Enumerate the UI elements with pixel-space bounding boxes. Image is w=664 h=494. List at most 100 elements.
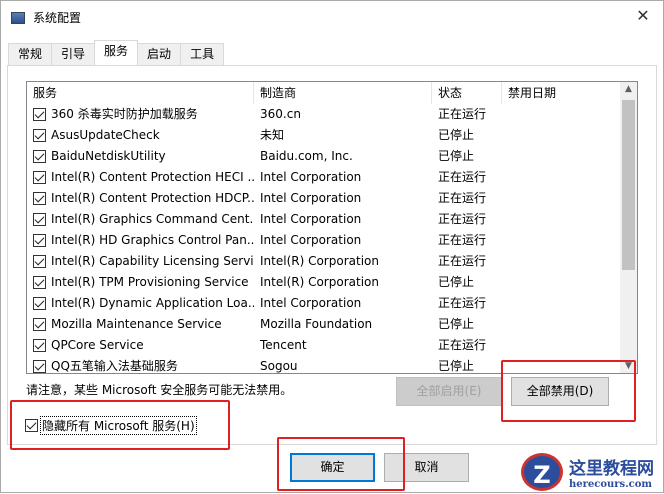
service-checkbox[interactable] (33, 171, 46, 184)
disabled-date-cell (502, 314, 622, 335)
service-name: QPCore Service (51, 338, 144, 352)
list-header: 服务 制造商 状态 禁用日期 (27, 82, 637, 104)
service-checkbox[interactable] (33, 318, 46, 331)
highlight-box (277, 437, 405, 491)
service-checkbox[interactable] (33, 234, 46, 247)
service-name: Intel(R) Dynamic Application Loa... (51, 296, 254, 310)
disabled-date-cell (502, 167, 622, 188)
tab-startup[interactable]: 启动 (137, 43, 182, 65)
manufacturer-cell: 未知 (260, 128, 285, 142)
table-row[interactable]: Intel(R) HD Graphics Control Pan... Intel… (27, 230, 637, 251)
highlight-box (10, 400, 230, 450)
service-cell: Intel(R) HD Graphics Control Pan... (27, 230, 254, 251)
service-cell: Intel(R) Dynamic Application Loa... (27, 293, 254, 314)
service-cell: Intel(R) Capability Licensing Servi... (27, 251, 254, 272)
watermark-name: 这里教程网 (569, 459, 654, 479)
watermark-url: herecours.com (569, 479, 653, 490)
tab-services[interactable]: 服务 (94, 40, 139, 65)
service-cell: QPCore Service (27, 335, 254, 356)
service-cell: Intel(R) Content Protection HECI ... (27, 167, 254, 188)
status-cell: 正在运行 (438, 254, 487, 268)
service-cell: Intel(R) Content Protection HDCP... (27, 188, 254, 209)
manufacturer-cell: Intel Corporation (260, 191, 362, 205)
status-cell: 正在运行 (438, 233, 487, 247)
service-checkbox[interactable] (33, 192, 46, 205)
disabled-date-cell (502, 251, 622, 272)
table-row[interactable]: Intel(R) Content Protection HECI ... Inte… (27, 167, 637, 188)
table-row[interactable]: Intel(R) Dynamic Application Loa... Intel… (27, 293, 637, 314)
status-cell: 正在运行 (438, 107, 487, 121)
tab-bar: 常规 引导 服务 启动 工具 (8, 40, 225, 65)
service-checkbox[interactable] (33, 255, 46, 268)
service-name: Intel(R) Graphics Command Cent... (51, 212, 254, 226)
table-row[interactable]: AsusUpdateCheck 未知 已停止 (27, 125, 637, 146)
col-manufacturer[interactable]: 制造商 (254, 82, 432, 104)
service-cell: Mozilla Maintenance Service (27, 314, 254, 335)
manufacturer-cell: Intel(R) Corporation (260, 275, 379, 289)
table-row[interactable]: Intel(R) Graphics Command Cent... Intel C… (27, 209, 637, 230)
watermark-logo: Z (521, 453, 563, 491)
disabled-date-cell (502, 104, 622, 125)
status-cell: 已停止 (438, 275, 475, 289)
scroll-up-icon[interactable]: ▲ (620, 84, 637, 94)
highlight-box (501, 360, 636, 422)
service-checkbox[interactable] (33, 276, 46, 289)
col-status[interactable]: 状态 (432, 82, 502, 104)
col-service[interactable]: 服务 (27, 82, 254, 104)
manufacturer-cell: Baidu.com, Inc. (260, 149, 353, 163)
status-cell: 已停止 (438, 149, 475, 163)
service-cell: Intel(R) Graphics Command Cent... (27, 209, 254, 230)
service-name: Intel(R) Content Protection HECI ... (51, 170, 254, 184)
service-checkbox[interactable] (33, 150, 46, 163)
status-cell: 正在运行 (438, 212, 487, 226)
service-cell: BaiduNetdiskUtility (27, 146, 254, 167)
service-name: Mozilla Maintenance Service (51, 317, 222, 331)
tab-tools[interactable]: 工具 (180, 43, 225, 65)
status-cell: 已停止 (438, 359, 475, 373)
service-checkbox[interactable] (33, 339, 46, 352)
title-bar: 系统配置 (11, 9, 81, 26)
manufacturer-cell: Intel Corporation (260, 170, 362, 184)
service-checkbox[interactable] (33, 360, 46, 373)
app-icon (11, 11, 25, 24)
table-row[interactable]: 360 杀毒实时防护加载服务 360.cn 正在运行 (27, 104, 637, 125)
table-row[interactable]: Intel(R) Content Protection HDCP... Intel… (27, 188, 637, 209)
manufacturer-cell: Tencent (260, 338, 307, 352)
watermark: Z 这里教程网 herecours.com (521, 453, 654, 491)
note-text: 请注意，某些 Microsoft 安全服务可能无法禁用。 (26, 383, 293, 397)
service-checkbox[interactable] (33, 129, 46, 142)
table-row[interactable]: Intel(R) TPM Provisioning Service Intel(R… (27, 272, 637, 293)
service-checkbox[interactable] (33, 297, 46, 310)
service-checkbox[interactable] (33, 213, 46, 226)
disabled-date-cell (502, 146, 622, 167)
manufacturer-cell: 360.cn (260, 107, 301, 121)
status-cell: 正在运行 (438, 191, 487, 205)
service-name: Intel(R) TPM Provisioning Service (51, 275, 249, 289)
scrollbar[interactable]: ▲ ▼ (620, 82, 637, 373)
close-button[interactable]: ✕ (631, 5, 655, 27)
manufacturer-cell: Intel Corporation (260, 212, 362, 226)
table-row[interactable]: Mozilla Maintenance Service Mozilla Found… (27, 314, 637, 335)
status-cell: 正在运行 (438, 338, 487, 352)
service-checkbox[interactable] (33, 108, 46, 121)
window-title: 系统配置 (33, 11, 82, 25)
table-row[interactable]: BaiduNetdiskUtility Baidu.com, Inc. 已停止 (27, 146, 637, 167)
service-name: Intel(R) Capability Licensing Servi... (51, 254, 254, 268)
manufacturer-cell: Intel Corporation (260, 296, 362, 310)
scroll-thumb[interactable] (622, 100, 635, 270)
disabled-date-cell (502, 125, 622, 146)
manufacturer-cell: Sogou (260, 359, 298, 373)
tab-boot[interactable]: 引导 (51, 43, 96, 65)
status-cell: 已停止 (438, 128, 475, 142)
enable-all-button[interactable]: 全部启用(E) (396, 377, 502, 406)
service-name: AsusUpdateCheck (51, 128, 160, 142)
service-cell: AsusUpdateCheck (27, 125, 254, 146)
service-name: BaiduNetdiskUtility (51, 149, 166, 163)
disabled-date-cell (502, 188, 622, 209)
disabled-date-cell (502, 209, 622, 230)
col-disabled-date[interactable]: 禁用日期 (502, 82, 622, 104)
table-row[interactable]: QPCore Service Tencent 正在运行 (27, 335, 637, 356)
table-row[interactable]: Intel(R) Capability Licensing Servi... In… (27, 251, 637, 272)
service-cell: 360 杀毒实时防护加载服务 (27, 104, 254, 125)
tab-general[interactable]: 常规 (8, 43, 53, 65)
